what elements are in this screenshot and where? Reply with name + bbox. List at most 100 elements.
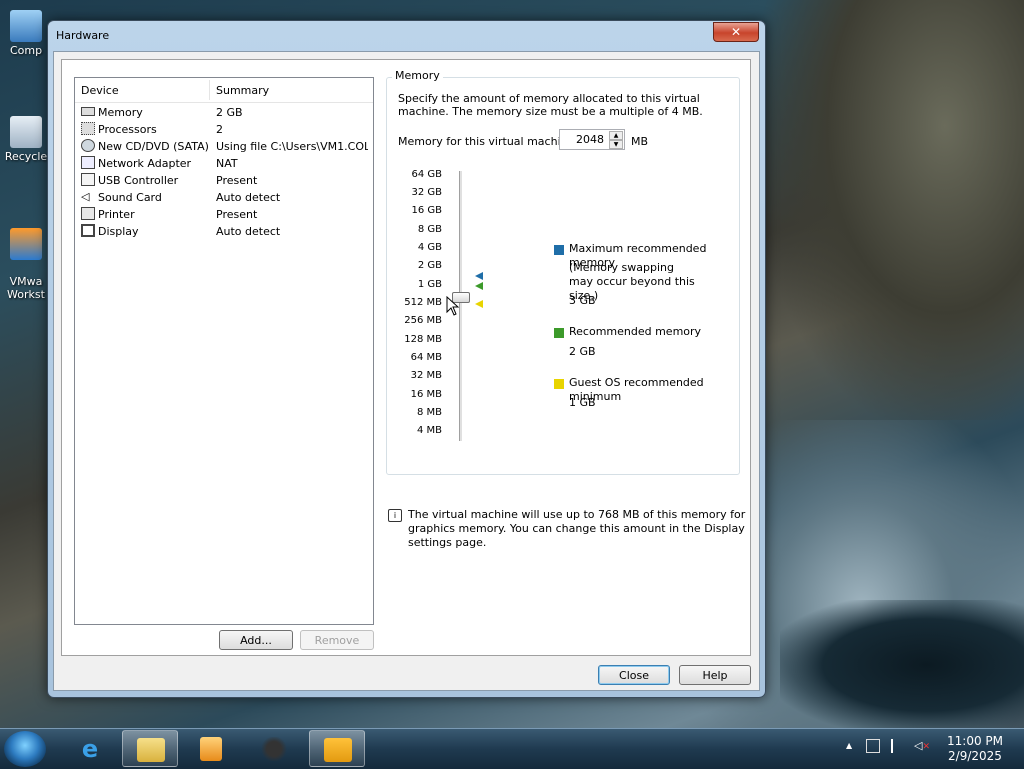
- start-button[interactable]: [4, 731, 46, 767]
- device-list[interactable]: Device Summary Memory 2 GB Processors 2 …: [74, 77, 374, 625]
- display-icon: [81, 224, 95, 237]
- column-header-device[interactable]: Device: [81, 84, 119, 97]
- memory-size-spinbox[interactable]: 2048 ▲ ▼: [559, 129, 625, 150]
- device-row-processors[interactable]: Processors 2: [75, 121, 373, 138]
- clock-date: 2/9/2025: [948, 749, 1002, 763]
- scale-tick-label: 4 MB: [416, 425, 442, 436]
- sound-icon: ◁: [81, 190, 90, 203]
- help-button[interactable]: Help: [679, 665, 751, 685]
- taskbar-file-explorer[interactable]: [122, 730, 178, 767]
- scale-tick-label: 1 GB: [417, 279, 442, 290]
- settings-panel: Device Summary Memory 2 GB Processors 2 …: [61, 59, 751, 656]
- max-recommended-value: 3 GB: [569, 294, 596, 307]
- folder-icon: [137, 738, 165, 762]
- column-header-summary[interactable]: Summary: [216, 84, 269, 97]
- remove-device-button[interactable]: Remove: [300, 630, 374, 650]
- incognito-icon: [260, 737, 288, 761]
- network-icon[interactable]: [866, 739, 880, 753]
- printer-icon: [81, 207, 95, 220]
- internet-explorer-icon: e: [81, 735, 99, 763]
- device-row-memory[interactable]: Memory 2 GB: [75, 104, 373, 121]
- desktop-icon-recycle-bin[interactable]: Recycle: [0, 116, 52, 163]
- network-adapter-icon: [81, 156, 95, 169]
- device-row-network-adapter[interactable]: Network Adapter NAT: [75, 155, 373, 172]
- mouse-cursor-icon: [446, 296, 460, 316]
- memory-group-title: Memory: [392, 69, 443, 82]
- column-divider: [209, 80, 210, 100]
- scale-tick-label: 8 MB: [416, 407, 442, 418]
- cd-dvd-icon: [81, 139, 95, 152]
- processor-icon: [81, 122, 95, 135]
- system-clock[interactable]: 11:00 PM 2/9/2025: [940, 734, 1010, 764]
- close-icon: ✕: [730, 25, 742, 39]
- taskbar-internet-explorer[interactable]: e: [62, 730, 118, 767]
- graphics-memory-info: The virtual machine will use up to 768 M…: [408, 508, 746, 549]
- minimum-marker-icon: [475, 300, 483, 308]
- scale-tick-label: 32 GB: [411, 187, 442, 198]
- scale-tick-label: 8 GB: [417, 224, 442, 235]
- hardware-window: Hardware ✕ Device Summary Memory 2 GB Pr…: [47, 20, 766, 698]
- device-name: Memory: [98, 106, 143, 119]
- desktop-icon-label: VMwa Workst: [7, 275, 45, 301]
- minimum-title: Guest OS recommended minimum: [569, 376, 704, 403]
- taskbar-vmware-workstation[interactable]: [309, 730, 365, 767]
- taskbar-media-player[interactable]: [183, 730, 239, 767]
- recommended-value: 2 GB: [569, 345, 596, 358]
- device-summary: Auto detect: [216, 191, 281, 204]
- media-player-icon: [200, 737, 222, 761]
- show-hidden-icons-arrow[interactable]: ▲: [846, 741, 852, 750]
- device-row-cd-dvd[interactable]: New CD/DVD (SATA) Using file C:\Users\VM…: [75, 138, 373, 155]
- desktop-icon-computer[interactable]: Comp: [0, 10, 52, 57]
- device-name: Processors: [98, 123, 157, 136]
- window-client: Device Summary Memory 2 GB Processors 2 …: [53, 51, 760, 691]
- window-close-button[interactable]: ✕: [713, 22, 759, 42]
- info-icon: i: [388, 509, 402, 522]
- taskbar-incognito-app[interactable]: [246, 730, 302, 767]
- device-summary: NAT: [216, 157, 238, 170]
- scale-tick-label: 32 MB: [410, 370, 442, 381]
- vmware-icon: [10, 228, 42, 260]
- usb-icon: [81, 173, 95, 186]
- spin-down-arrow-icon[interactable]: ▼: [609, 140, 623, 149]
- minimum-swatch: [554, 379, 564, 389]
- device-name: Display: [98, 225, 139, 238]
- device-summary: Present: [216, 208, 258, 221]
- close-button[interactable]: Close: [598, 665, 670, 685]
- volume-muted-icon[interactable]: ◁✕: [914, 739, 930, 753]
- recommended-swatch: [554, 328, 564, 338]
- recommended-title: Recommended memory: [569, 325, 702, 338]
- device-summary: 2: [216, 123, 223, 136]
- computer-icon: [10, 10, 42, 42]
- device-list-header: Device Summary: [75, 78, 373, 103]
- device-summary: 2 GB: [216, 106, 243, 119]
- device-name: Network Adapter: [98, 157, 192, 170]
- device-name: USB Controller: [98, 174, 179, 187]
- vmware-icon: [324, 738, 352, 762]
- scale-tick-label: 64 GB: [411, 169, 442, 180]
- device-row-sound-card[interactable]: ◁ Sound Card Auto detect: [75, 189, 373, 206]
- spin-up-arrow-icon[interactable]: ▲: [609, 131, 623, 140]
- device-name: New CD/DVD (SATA): [98, 140, 209, 153]
- taskbar: e ▲ ◁✕ 11:00 PM 2/9/2025: [0, 728, 1024, 769]
- desktop-icon-label: Recycle: [4, 150, 48, 163]
- add-device-button[interactable]: Add...: [219, 630, 293, 650]
- device-row-display[interactable]: Display Auto detect: [75, 223, 373, 240]
- device-name: Printer: [98, 208, 135, 221]
- scale-tick-label: 64 MB: [410, 352, 442, 363]
- recommended-marker-icon: [475, 282, 483, 290]
- minimum-value: 1 GB: [569, 396, 596, 409]
- device-row-printer[interactable]: Printer Present: [75, 206, 373, 223]
- memory-size-value[interactable]: 2048: [576, 133, 604, 146]
- recycle-bin-icon: [10, 116, 42, 148]
- memory-icon: [81, 107, 95, 116]
- action-center-flag-icon[interactable]: [891, 739, 903, 753]
- scale-tick-label: 256 MB: [404, 315, 442, 326]
- max-recommended-marker-icon: [475, 272, 483, 280]
- window-title: Hardware: [56, 29, 110, 42]
- device-summary: Present: [216, 174, 258, 187]
- desktop-icon-label: Comp: [9, 44, 43, 57]
- desktop-icon-vmware[interactable]: VMwa Workst: [0, 215, 52, 314]
- device-row-usb-controller[interactable]: USB Controller Present: [75, 172, 373, 189]
- clock-time: 11:00 PM: [947, 734, 1003, 748]
- memory-description: Specify the amount of memory allocated t…: [398, 92, 703, 118]
